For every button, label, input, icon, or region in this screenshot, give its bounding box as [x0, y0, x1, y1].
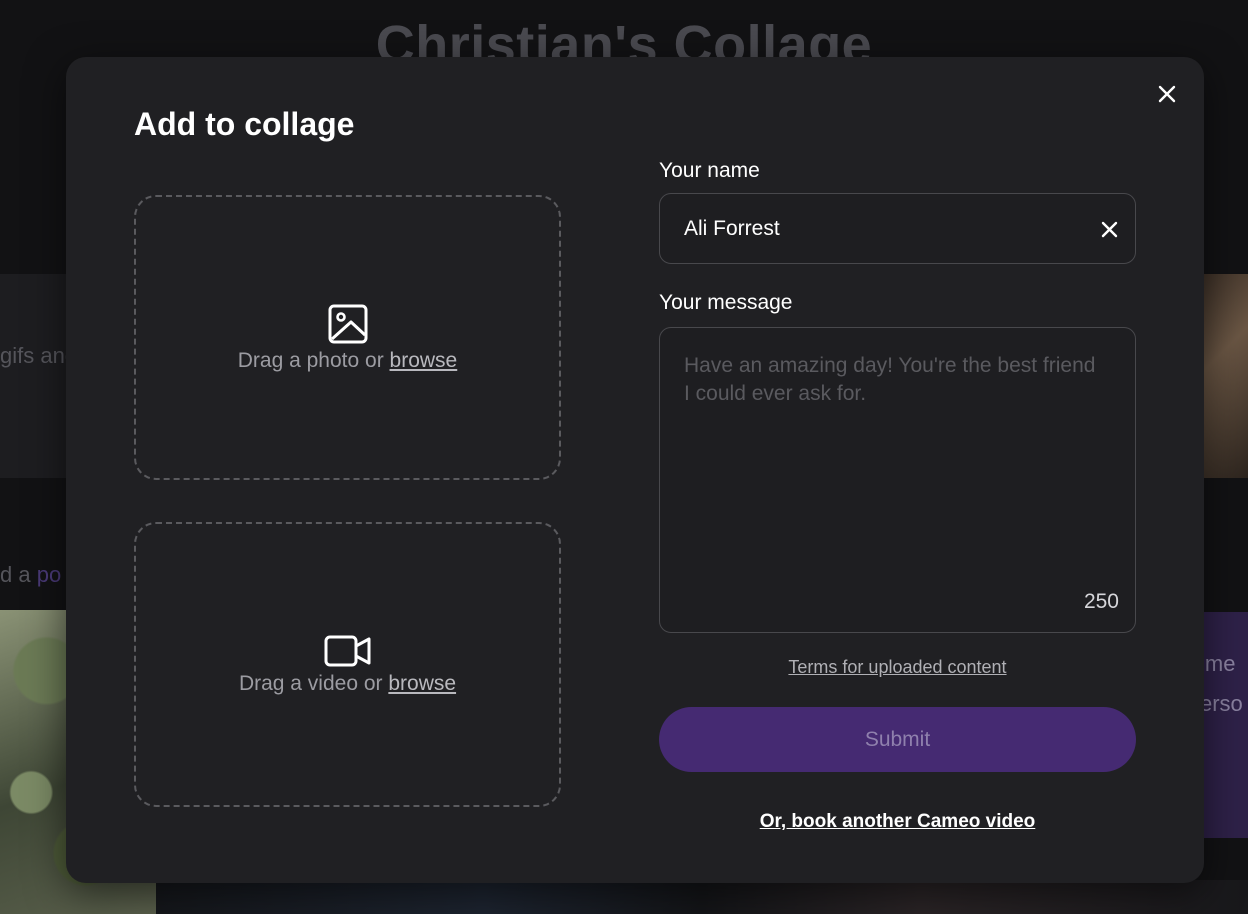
close-button[interactable]: [1154, 81, 1180, 107]
video-browse-link[interactable]: browse: [388, 672, 456, 695]
background-right-text-2: erso: [1200, 691, 1243, 716]
photo-dropzone-label: Drag a photo or: [237, 348, 390, 372]
image-icon: [328, 304, 367, 343]
background-left-text-2-link: po: [36, 562, 62, 587]
video-dropzone[interactable]: Drag a video or browse: [134, 522, 561, 807]
background-photo-strip: [156, 880, 1248, 914]
clear-name-button[interactable]: [1097, 217, 1121, 241]
video-dropzone-text: Drag a video or browse: [239, 672, 456, 696]
message-textarea[interactable]: [684, 352, 1104, 572]
background-right-text-1: ime: [1200, 651, 1236, 676]
video-dropzone-label: Drag a video or: [238, 671, 389, 695]
message-field-label: Your message: [659, 291, 793, 314]
photo-dropzone[interactable]: Drag a photo or browse: [134, 195, 561, 480]
name-field-container: [659, 193, 1136, 264]
background-promo-card: [1200, 612, 1248, 838]
name-input[interactable]: [684, 214, 1084, 244]
character-counter: 250: [1083, 590, 1119, 613]
submit-button[interactable]: Submit: [659, 707, 1136, 772]
name-field-label: Your name: [659, 159, 760, 182]
background-photo-right: [1200, 274, 1248, 478]
terms-link[interactable]: Terms for uploaded content: [659, 657, 1136, 678]
message-field-container: 250: [659, 327, 1136, 633]
photo-dropzone-text: Drag a photo or browse: [238, 349, 457, 373]
background-left-text-2-prefix: d a: [0, 562, 37, 587]
clear-icon: [1101, 221, 1117, 237]
video-camera-icon: [324, 635, 370, 666]
background-left-text-2: d a po: [0, 562, 61, 588]
photo-browse-link[interactable]: browse: [390, 349, 458, 372]
modal-title: Add to collage: [134, 106, 355, 142]
book-another-video-link[interactable]: Or, book another Cameo video: [659, 811, 1136, 833]
close-icon: [1158, 85, 1176, 103]
